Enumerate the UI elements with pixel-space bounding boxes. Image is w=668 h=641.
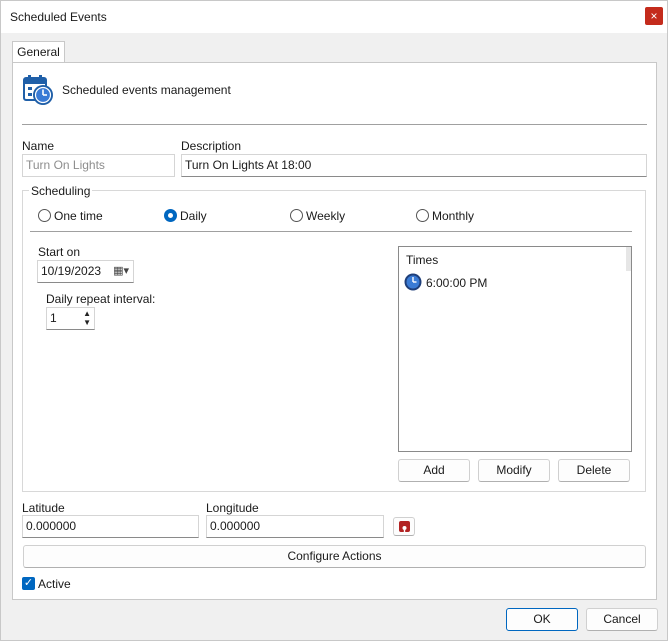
map-location-button[interactable] <box>393 517 415 536</box>
active-checkbox[interactable]: ✓ <box>22 577 35 590</box>
monthly-label[interactable]: Monthly <box>432 209 474 223</box>
dialog-window: Scheduled Events × General Scheduled eve… <box>0 0 668 641</box>
stepper-arrows-icon[interactable]: ▲ ▼ <box>83 309 91 327</box>
start-on-label: Start on <box>38 245 81 259</box>
configure-actions-button[interactable]: Configure Actions <box>23 545 646 568</box>
times-scrollbar[interactable] <box>626 247 631 271</box>
weekly-radio[interactable] <box>290 209 303 222</box>
name-label: Name <box>22 139 55 153</box>
start-date-picker[interactable]: 10/19/2023 ▦▾ <box>37 260 134 283</box>
daily-radio[interactable] <box>164 209 177 222</box>
description-label: Description <box>181 139 242 153</box>
ok-button[interactable]: OK <box>506 608 578 631</box>
longitude-label: Longitude <box>206 501 259 515</box>
calendar-dropdown-icon[interactable]: ▦▾ <box>113 261 129 282</box>
time-entry[interactable]: 6:00:00 PM <box>426 276 487 290</box>
header-text: Scheduled events management <box>62 83 231 97</box>
daily-label[interactable]: Daily <box>180 209 207 223</box>
one-time-label[interactable]: One time <box>54 209 103 223</box>
active-label[interactable]: Active <box>38 577 71 591</box>
cancel-button[interactable]: Cancel <box>586 608 658 631</box>
scheduling-divider <box>30 231 632 232</box>
repeat-interval-value: 1 <box>50 311 57 325</box>
longitude-field[interactable]: 0.000000 <box>206 515 384 538</box>
window-title: Scheduled Events <box>10 10 107 24</box>
map-pin-icon <box>399 521 410 534</box>
times-list[interactable]: Times 6:00:00 PM <box>398 246 632 452</box>
latitude-label: Latitude <box>22 501 65 515</box>
description-field[interactable]: Turn On Lights At 18:00 <box>181 154 647 177</box>
calendar-clock-icon <box>22 74 54 106</box>
tab-general[interactable]: General <box>12 41 65 63</box>
one-time-radio[interactable] <box>38 209 51 222</box>
clock-icon <box>404 273 422 291</box>
start-date-value: 10/19/2023 <box>41 264 102 278</box>
monthly-radio[interactable] <box>416 209 429 222</box>
header-divider <box>22 124 647 125</box>
close-button[interactable]: × <box>645 7 663 25</box>
title-bar: Scheduled Events × <box>1 1 667 33</box>
general-panel: Scheduled events management Name Turn On… <box>12 62 657 600</box>
scheduling-group-label: Scheduling <box>29 184 93 198</box>
repeat-interval-label: Daily repeat interval: <box>46 292 156 306</box>
add-time-button[interactable]: Add <box>398 459 470 482</box>
times-header: Times <box>406 253 439 267</box>
delete-time-button[interactable]: Delete <box>558 459 630 482</box>
modify-time-button[interactable]: Modify <box>478 459 550 482</box>
repeat-interval-stepper[interactable]: 1 ▲ ▼ <box>46 307 95 330</box>
latitude-field[interactable]: 0.000000 <box>22 515 199 538</box>
weekly-label[interactable]: Weekly <box>306 209 345 223</box>
name-field[interactable]: Turn On Lights <box>22 154 175 177</box>
